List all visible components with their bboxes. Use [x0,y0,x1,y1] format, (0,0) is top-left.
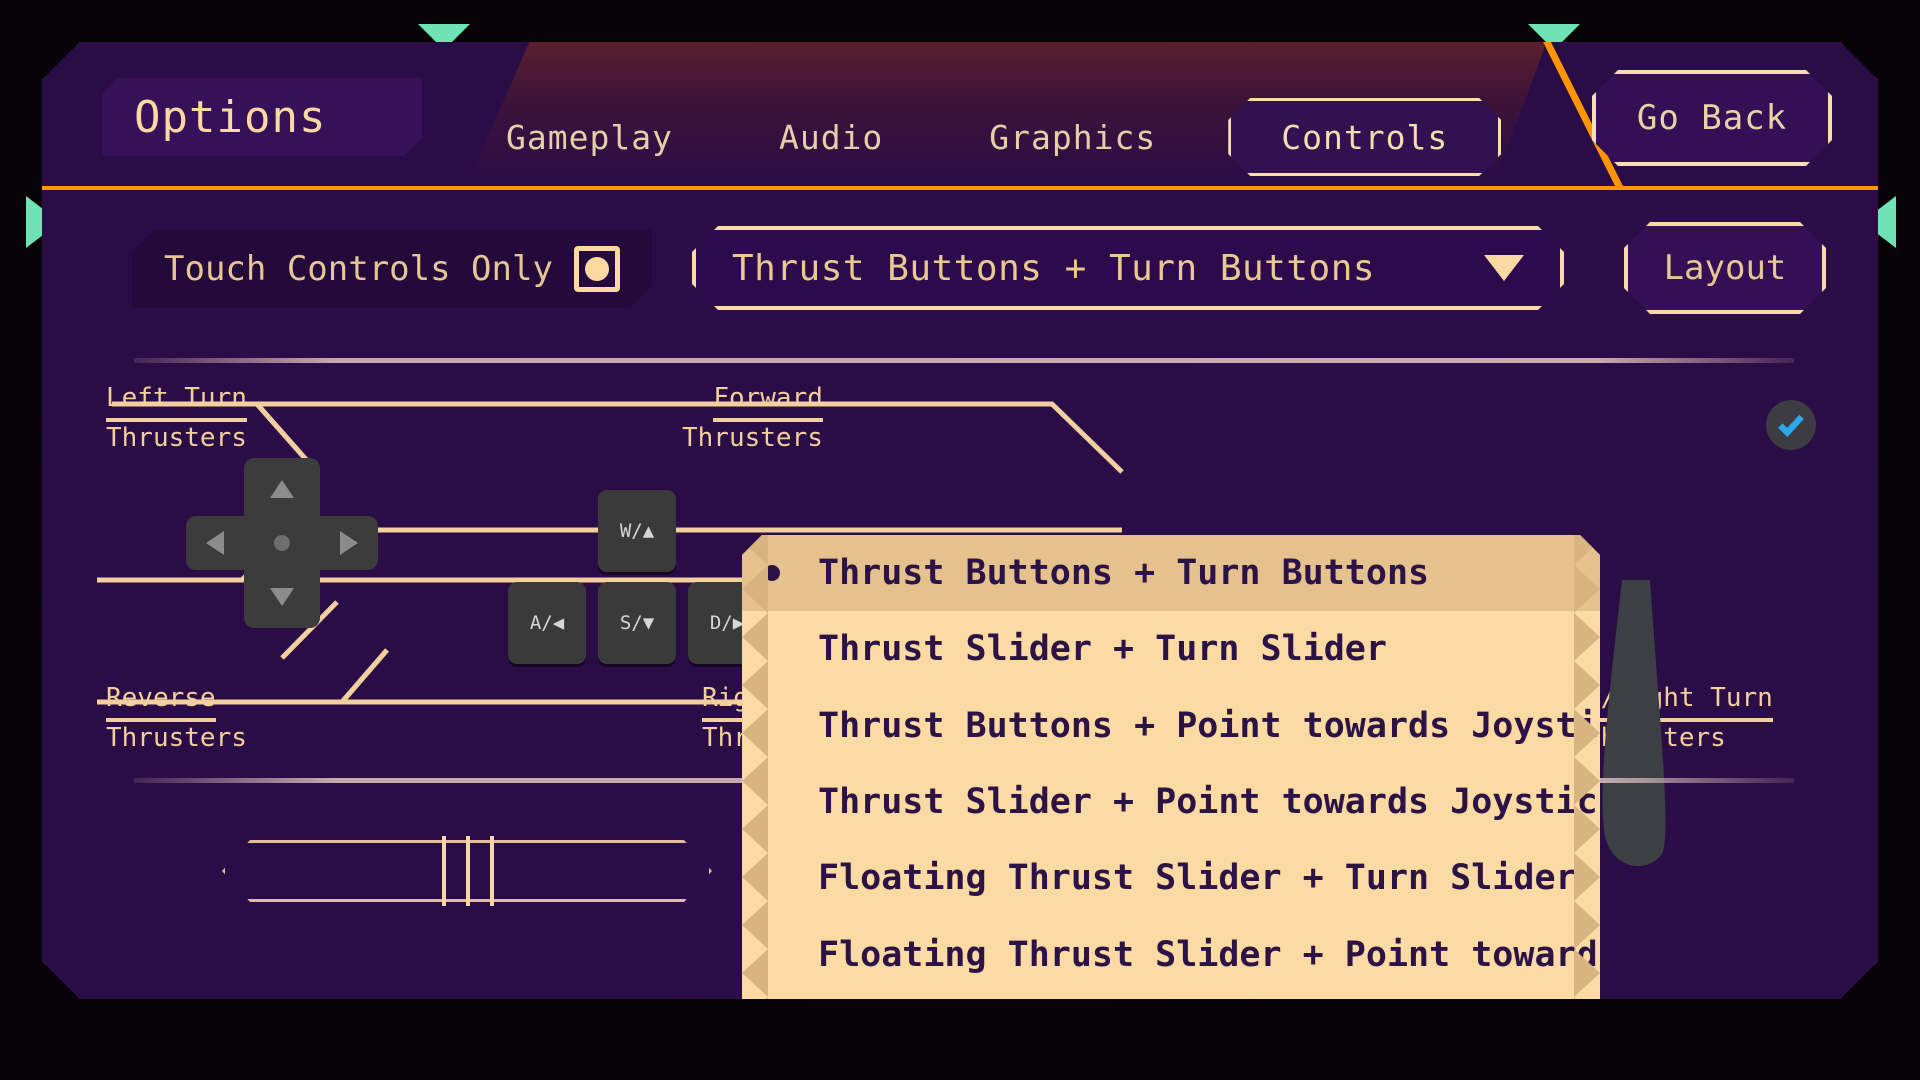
dropdown-option-2[interactable]: Thrust Buttons + Point towards Joystick [742,688,1600,764]
layout-button[interactable]: Layout [1624,222,1826,314]
dropdown-option-5[interactable]: Floating Thrust Slider + Point towards [742,916,1600,992]
slider-tick-3 [490,836,494,906]
chevron-down-icon [1484,255,1524,281]
diagram-label-forward: Forward Thrusters [682,382,823,456]
diagram-label-reverse-line2: Thrusters [106,723,247,754]
header-bar: Options Gameplay Audio Graphics Controls… [42,42,1878,190]
control-scheme-dropdown-list[interactable]: Thrust Buttons + Turn Buttons Thrust Sli… [742,535,1600,999]
dropdown-right-zigzag-icon [1574,535,1600,999]
page-title-text: Options [134,91,327,143]
confirm-check-button[interactable] [1766,400,1816,450]
dropdown-option-3[interactable]: Thrust Slider + Point towards Joystick [742,764,1600,840]
diagram-label-left-turn: Left Turn Thrusters [106,382,247,456]
touch-controls-only-checkbox[interactable] [574,246,620,292]
diagram-label-forward-line2: Thrusters [682,423,823,454]
dropdown-option-2-label: Thrust Buttons + Point towards Joystick [818,705,1600,746]
tab-graphics[interactable]: Graphics [955,98,1190,176]
tab-bar: Gameplay Audio Graphics Controls [472,92,1512,182]
ship-thruster-silhouette-icon [1588,580,1708,880]
dropdown-option-1[interactable]: Thrust Slider + Turn Slider [742,611,1600,687]
game-options-screen: Options Gameplay Audio Graphics Controls… [0,0,1920,1080]
page-title: Options [102,78,422,156]
diagram-label-reverse: Reverse Thrusters [106,682,247,756]
dropdown-left-zigzag-icon [742,535,768,999]
slider-tick-2 [466,836,470,906]
key-s[interactable]: S/▼ [598,582,676,664]
diagram-label-left-turn-line2: Thrusters [106,423,247,454]
tab-audio[interactable]: Audio [745,98,917,176]
control-scheme-dropdown[interactable]: Thrust Buttons + Turn Buttons [692,226,1564,310]
dropdown-option-4[interactable]: Floating Thrust Slider + Turn Slider [742,840,1600,916]
touch-controls-only-label: Touch Controls Only [164,249,553,289]
key-w[interactable]: W/▲ [598,490,676,572]
control-scheme-selected-value: Thrust Buttons + Turn Buttons [732,247,1376,289]
controls-page-body: Left Turn Thrusters Forward Thrusters Re… [42,190,1878,999]
dropdown-option-6[interactable]: Always Accelerate + Turn Buttons [742,993,1600,999]
tab-gameplay[interactable]: Gameplay [472,98,707,176]
options-panel-content: Options Gameplay Audio Graphics Controls… [42,42,1878,999]
dropdown-option-1-label: Thrust Slider + Turn Slider [818,629,1387,670]
thrust-slider-ticks [442,840,532,902]
diagram-label-left-turn-line1: Left Turn [106,382,247,422]
touch-controls-only-row[interactable]: Touch Controls Only [132,230,652,308]
slider-tick-1 [442,836,446,906]
diagram-label-reverse-line1: Reverse [106,682,216,722]
key-a[interactable]: A/◀ [508,582,586,664]
dropdown-option-3-label: Thrust Slider + Point towards Joystick [818,782,1600,823]
diagram-label-forward-line1: Forward [713,382,823,422]
dropdown-option-0-label: Thrust Buttons + Turn Buttons [818,553,1430,594]
dropdown-option-5-label: Floating Thrust Slider + Point towards [818,934,1600,975]
dpad-icon[interactable] [182,458,382,628]
tab-controls[interactable]: Controls [1228,98,1501,176]
checkbox-filled-dot-icon [585,257,609,281]
content-divider-top [134,358,1794,363]
dropdown-option-0[interactable]: Thrust Buttons + Turn Buttons [742,535,1600,611]
check-icon [1776,410,1806,440]
dropdown-option-4-label: Floating Thrust Slider + Turn Slider [818,858,1577,899]
go-back-button[interactable]: Go Back [1592,70,1832,166]
